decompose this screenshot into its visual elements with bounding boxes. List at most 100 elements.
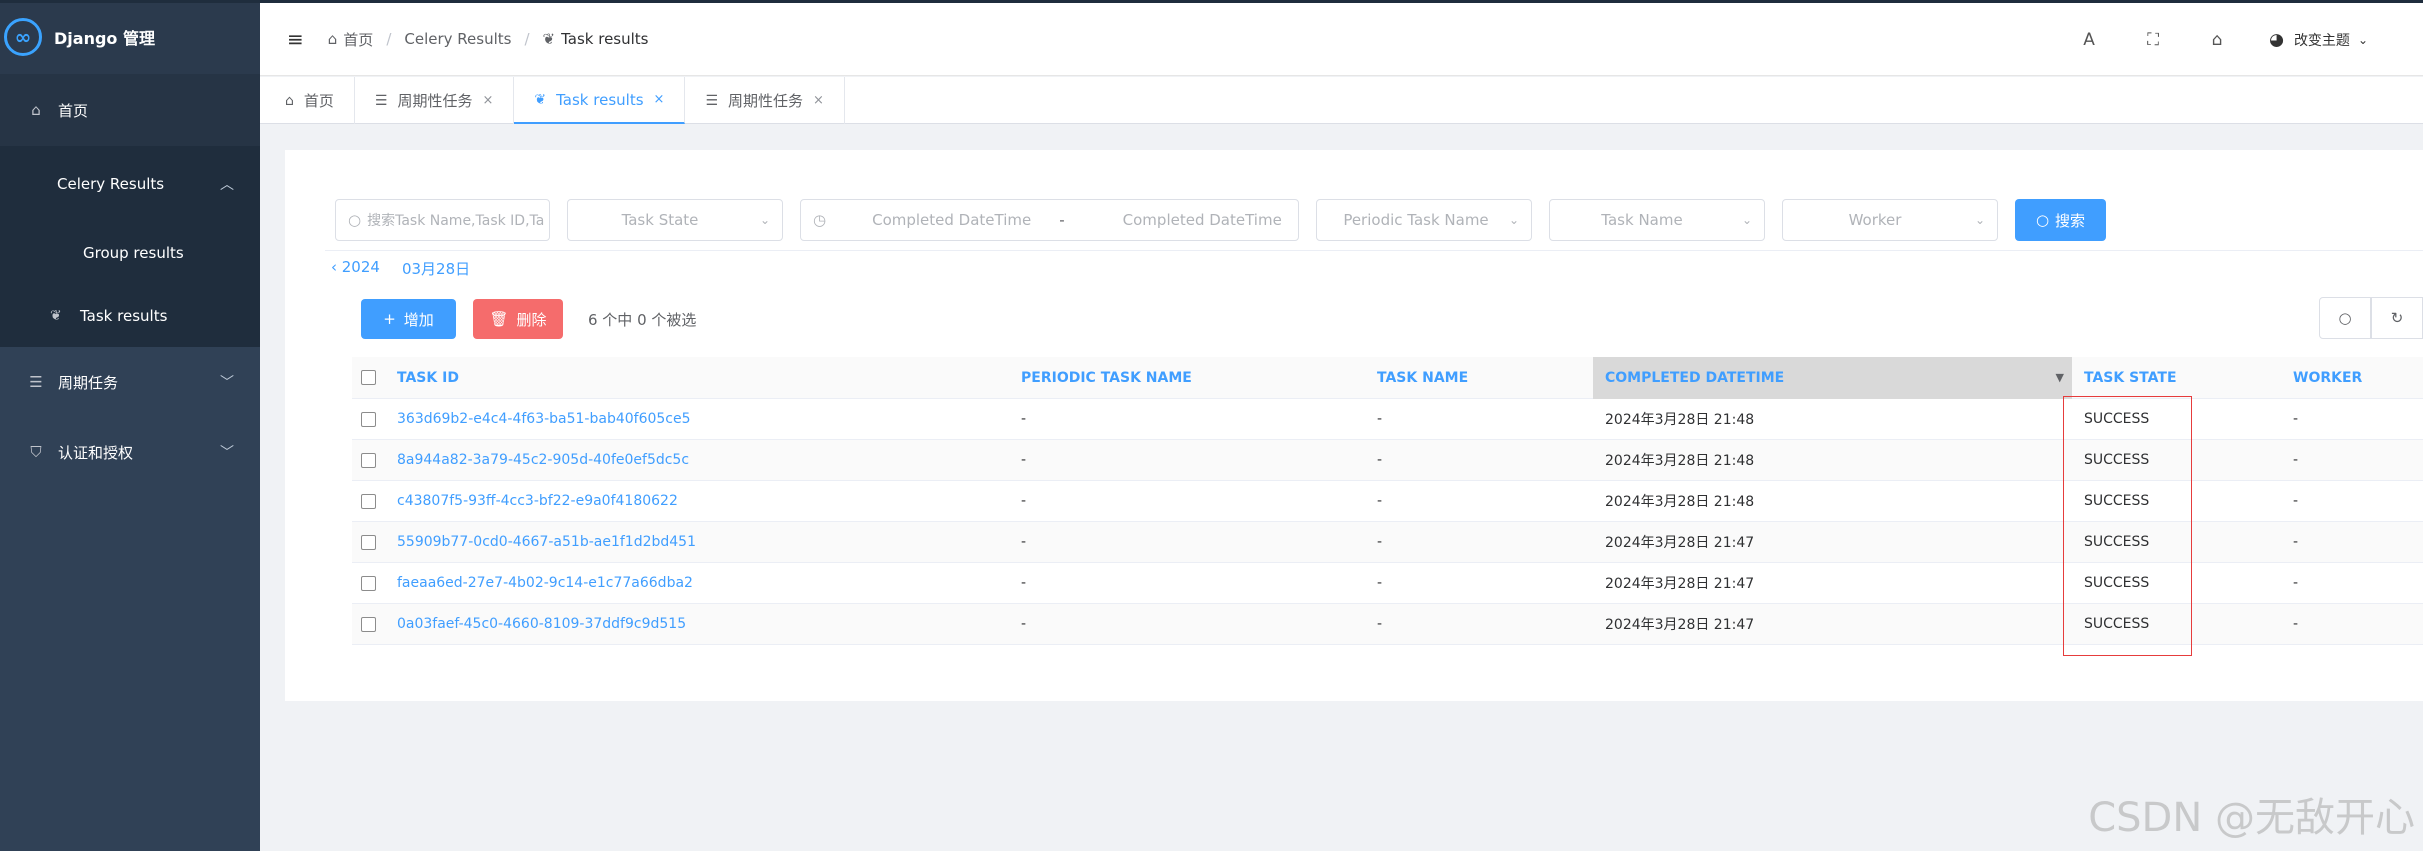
periodic-task-name-select[interactable]: Periodic Task Name ⌄ xyxy=(1316,199,1532,241)
delete-button[interactable]: 🗑 删除 xyxy=(473,299,563,339)
completed-datetime-cell: 2024年3月28日 21:47 xyxy=(1605,576,1755,592)
celery-submenu: Celery Results ︿ Group results ❦ Task re… xyxy=(0,146,260,347)
breadcrumb-separator: / xyxy=(386,30,392,48)
task-id-link[interactable]: 0a03faef-45c0-4660-8109-37ddf9c9d515 xyxy=(385,616,1021,632)
search-input[interactable]: ○ 搜索Task Name,Task ID,Ta xyxy=(335,199,550,241)
sidebar-item-task-results[interactable]: ❦ Task results xyxy=(0,284,260,347)
list-icon: ☰ xyxy=(29,373,43,391)
column-header-worker[interactable]: WORKER xyxy=(2293,370,2423,386)
add-button[interactable]: + 增加 xyxy=(361,299,456,339)
task-state-select[interactable]: Task State ⌄ xyxy=(567,199,783,241)
row-checkbox[interactable] xyxy=(352,616,385,632)
fullscreen-icon[interactable]: ⛶ xyxy=(2121,30,2185,50)
table-header-row: TASK ID PERIODIC TASK NAME TASK NAME COM… xyxy=(352,356,2423,399)
top-stripe xyxy=(0,0,2423,3)
checkbox-box xyxy=(361,534,376,550)
column-header-completed-datetime[interactable]: COMPLETED DATETIME ▼ xyxy=(1593,356,2072,399)
sidebar-item-label: Group results xyxy=(83,244,184,262)
sidebar-item-celery-results[interactable]: Celery Results ︿ xyxy=(0,146,260,222)
tab-label: Task results xyxy=(556,90,644,109)
refresh-icon: ↻ xyxy=(2390,309,2404,327)
periodic-task-name-cell: - xyxy=(1021,411,1027,427)
column-header-task-name[interactable]: TASK NAME xyxy=(1377,370,1593,386)
chevron-down-icon: ⌄ xyxy=(1974,213,1985,227)
periodic-task-name-cell: - xyxy=(1021,452,1027,468)
task-id-link[interactable]: c43807f5-93ff-4cc3-bf22-e9a0f4180622 xyxy=(385,493,1021,509)
chevron-down-icon: ⌄ xyxy=(759,213,770,227)
column-header-task-id[interactable]: TASK ID xyxy=(385,370,1021,386)
results-table: TASK ID PERIODIC TASK NAME TASK NAME COM… xyxy=(352,356,2423,645)
breadcrumb-item-home[interactable]: ⌂ 首页 xyxy=(328,29,374,50)
task-id-link[interactable]: 8a944a82-3a79-45c2-905d-40fe0ef5dc5c xyxy=(385,452,1021,468)
close-icon[interactable]: × xyxy=(482,93,493,108)
tab-home[interactable]: ⌂ 首页 xyxy=(260,77,355,124)
row-checkbox[interactable] xyxy=(352,534,385,550)
breadcrumb-separator: / xyxy=(524,30,530,48)
breadcrumb-item-celery[interactable]: Celery Results xyxy=(404,30,511,48)
sidebar-item-periodic[interactable]: ☰ 周期任务 ﹀ xyxy=(0,347,260,417)
chevron-down-icon: ⌄ xyxy=(2357,32,2368,47)
search-icon: ○ xyxy=(2035,211,2050,229)
font-size-icon[interactable]: A xyxy=(2057,30,2121,50)
button-label: 搜索 xyxy=(2055,211,2086,230)
search-icon: ○ xyxy=(2338,309,2352,327)
row-checkbox[interactable] xyxy=(352,452,385,468)
row-checkbox[interactable] xyxy=(352,411,385,427)
breadcrumb-label: Task results xyxy=(561,30,649,48)
task-name-cell: - xyxy=(1377,493,1383,509)
sidebar-item-home[interactable]: ⌂ 首页 xyxy=(0,74,260,146)
sidebar-item-group-results[interactable]: Group results xyxy=(0,222,260,284)
close-icon[interactable]: × xyxy=(654,92,665,107)
task-name-select[interactable]: Task Name ⌄ xyxy=(1549,199,1765,241)
task-id-link[interactable]: 55909b77-0cd0-4667-a51b-ae1f1d2bd451 xyxy=(385,534,1021,550)
watermark: CSDN @无敌开心 xyxy=(2088,795,2415,841)
worker-cell: - xyxy=(2293,575,2299,591)
completed-datetime-cell: 2024年3月28日 21:47 xyxy=(1605,535,1755,551)
row-checkbox[interactable] xyxy=(352,575,385,591)
select-placeholder: Task Name xyxy=(1601,211,1683,229)
button-label: 删除 xyxy=(516,310,547,329)
task-state-cell: SUCCESS xyxy=(2084,411,2150,427)
menu-toggle-icon[interactable]: ≡ xyxy=(287,27,304,51)
checkbox-box xyxy=(361,452,376,468)
checkbox-box xyxy=(361,616,376,632)
leaf-icon: ❦ xyxy=(534,91,547,108)
task-name-cell: - xyxy=(1377,411,1383,427)
table-row: 363d69b2-e4c4-4f63-ba51-bab40f605ce5 - -… xyxy=(352,399,2423,440)
worker-select[interactable]: Worker ⌄ xyxy=(1782,199,1998,241)
task-id-link[interactable]: faeaa6ed-27e7-4b02-9c14-e1c77a66dba2 xyxy=(385,575,1021,591)
worker-cell: - xyxy=(2293,616,2299,632)
column-header-periodic-task-name[interactable]: PERIODIC TASK NAME xyxy=(1021,370,1377,386)
date-hierarchy: ‹ 2024 03月28日 xyxy=(331,258,492,279)
clock-icon: ◷ xyxy=(813,211,827,229)
range-start[interactable]: Completed DateTime xyxy=(872,211,1031,229)
tab-task-results[interactable]: ❦ Task results × xyxy=(514,77,686,124)
logo[interactable]: ∞ Django 管理 xyxy=(0,0,260,74)
completed-datetime-range[interactable]: ◷ Completed DateTime - Completed DateTim… xyxy=(800,199,1299,241)
palette-icon: ◕ xyxy=(2269,29,2284,50)
worker-cell: - xyxy=(2293,493,2299,509)
column-header-task-state[interactable]: TASK STATE xyxy=(2072,370,2293,386)
periodic-task-name-cell: - xyxy=(1021,616,1027,632)
home-icon[interactable]: ⌂ xyxy=(2185,30,2249,50)
search-button[interactable]: ○ 搜索 xyxy=(2015,199,2106,241)
sidebar-item-auth[interactable]: ⛉ 认证和授权 ﹀ xyxy=(0,417,260,487)
date-day-link[interactable]: 03月28日 xyxy=(402,258,470,279)
tab-periodic-tasks[interactable]: ☰ 周期性任务 × xyxy=(355,77,515,124)
breadcrumb-label: Celery Results xyxy=(404,30,512,48)
close-icon[interactable]: × xyxy=(813,93,824,108)
theme-switcher[interactable]: ◕ 改变主题 ⌄ xyxy=(2269,30,2368,50)
breadcrumb-item-task-results: ❦ Task results xyxy=(543,30,649,48)
search-toggle-button[interactable]: ○ xyxy=(2319,297,2371,339)
checkbox-box xyxy=(361,370,376,385)
date-back-link[interactable]: ‹ 2024 xyxy=(331,258,380,279)
row-checkbox[interactable] xyxy=(352,493,385,509)
refresh-button[interactable]: ↻ xyxy=(2371,297,2423,339)
home-icon: ⌂ xyxy=(327,30,338,48)
tab-periodic-tasks-2[interactable]: ☰ 周期性任务 × xyxy=(685,77,845,124)
task-id-link[interactable]: 363d69b2-e4c4-4f63-ba51-bab40f605ce5 xyxy=(385,411,1021,427)
range-end[interactable]: Completed DateTime xyxy=(1123,211,1282,229)
sidebar-item-label: 首页 xyxy=(58,101,89,120)
select-all-checkbox[interactable] xyxy=(352,370,385,385)
select-placeholder: Periodic Task Name xyxy=(1343,211,1489,229)
